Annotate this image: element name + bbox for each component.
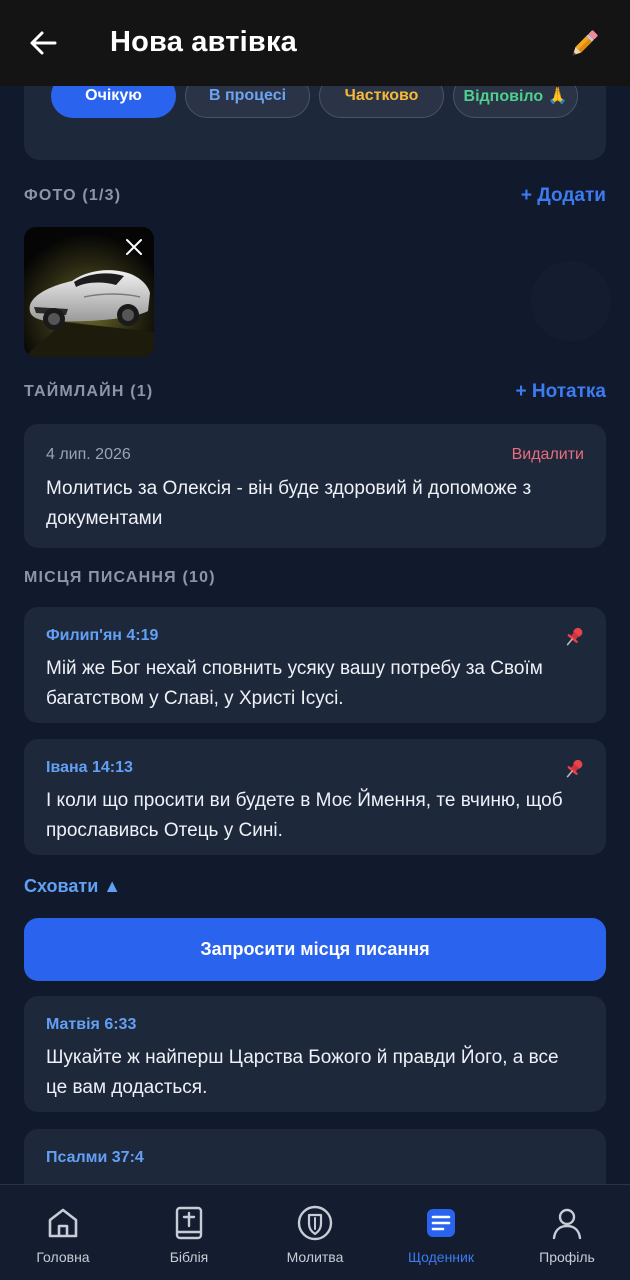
- timeline-text: Молитись за Олексія - він буде здоровий …: [46, 478, 532, 529]
- arrow-left-icon[interactable]: [28, 28, 58, 58]
- nav-prayer[interactable]: Молитва: [252, 1185, 378, 1280]
- nav-bible[interactable]: Біблія: [126, 1185, 252, 1280]
- nav-label: Молитва: [286, 1249, 344, 1265]
- nav-label: Біблія: [169, 1249, 209, 1265]
- timeline-date: 4 лип. 2026: [46, 446, 131, 463]
- status-chip-in-progress[interactable]: В процесі: [185, 86, 310, 118]
- verse-text: Шукайте ж найперш Царства Божого й правд…: [46, 1047, 559, 1098]
- status-card: Очікую В процесі Частково Відповіло 🙏: [24, 86, 606, 160]
- close-icon[interactable]: [124, 237, 144, 257]
- nav-label: Головна: [36, 1249, 90, 1265]
- status-chip-partial[interactable]: Частково: [319, 86, 444, 118]
- status-chip-label: Частково: [344, 87, 419, 104]
- page-title: Нова автівка: [110, 26, 297, 58]
- pencil-icon[interactable]: [566, 26, 602, 62]
- scripture-section-label: МІСЦЯ ПИСАННЯ (10): [24, 569, 216, 586]
- prayer-shield-icon: [297, 1205, 333, 1241]
- profile-icon: [552, 1208, 582, 1240]
- status-chip-label: Відповіло 🙏: [463, 88, 568, 105]
- pushpin-icon[interactable]: [562, 757, 586, 781]
- nav-profile[interactable]: Профіль: [504, 1185, 630, 1280]
- status-chip-label: Очікую: [85, 87, 142, 104]
- suggested-verse-card[interactable]: Псалми 37:4: [24, 1129, 606, 1184]
- timeline-section-label: ТАЙМЛАЙН (1): [24, 383, 154, 400]
- timeline-entry: 4 лип. 2026 Видалити Молитись за Олексія…: [24, 424, 606, 548]
- pinned-verse-card[interactable]: Івана 14:13 І коли що просити ви будете …: [24, 739, 606, 855]
- request-verses-button[interactable]: Запросити місця писання: [24, 918, 606, 981]
- bible-icon: [175, 1206, 203, 1240]
- scroll-content[interactable]: Очікую В процесі Частково Відповіло 🙏 ФО…: [0, 86, 630, 1184]
- verse-reference: Псалми 37:4: [46, 1149, 144, 1166]
- verse-reference: Филип'ян 4:19: [46, 627, 159, 644]
- suggested-verse-card[interactable]: Матвія 6:33 Шукайте ж найперш Царства Бо…: [24, 996, 606, 1112]
- status-chip-answered[interactable]: Відповіло 🙏: [453, 86, 578, 118]
- photo-thumbnail[interactable]: [24, 227, 154, 357]
- nav-label: Профіль: [539, 1249, 595, 1265]
- verse-text: І коли що просити ви будете в Моє Ймення…: [46, 790, 563, 841]
- bottom-navigation: Головна Біблія Молитва Щоденник Профіль: [0, 1184, 630, 1280]
- verse-text: Мій же Бог нехай сповнить усяку вашу пот…: [46, 658, 543, 709]
- hide-verses-toggle[interactable]: Сховати ▲: [24, 876, 121, 897]
- pinned-verse-card[interactable]: Филип'ян 4:19 Мій же Бог нехай сповнить …: [24, 607, 606, 723]
- nav-label: Щоденник: [408, 1249, 474, 1265]
- verse-reference: Матвія 6:33: [46, 1016, 137, 1033]
- journal-icon: [427, 1209, 455, 1237]
- verse-reference: Івана 14:13: [46, 759, 133, 776]
- status-chip-label: В процесі: [208, 87, 287, 104]
- delete-entry-button[interactable]: Видалити: [512, 446, 584, 464]
- top-app-bar: Нова автівка: [0, 0, 630, 86]
- nav-home[interactable]: Головна: [0, 1185, 126, 1280]
- photos-section-label: ФОТО (1/3): [24, 187, 122, 204]
- add-note-button[interactable]: + Нотатка: [516, 381, 606, 403]
- add-photo-button[interactable]: + Додати: [521, 185, 606, 207]
- prayer-watermark-icon: [531, 261, 611, 341]
- nav-journal[interactable]: Щоденник: [378, 1185, 504, 1280]
- home-icon: [48, 1208, 78, 1238]
- request-verses-label: Запросити місця писання: [200, 939, 430, 959]
- pushpin-icon[interactable]: [562, 625, 586, 649]
- status-chip-waiting[interactable]: Очікую: [51, 86, 176, 118]
